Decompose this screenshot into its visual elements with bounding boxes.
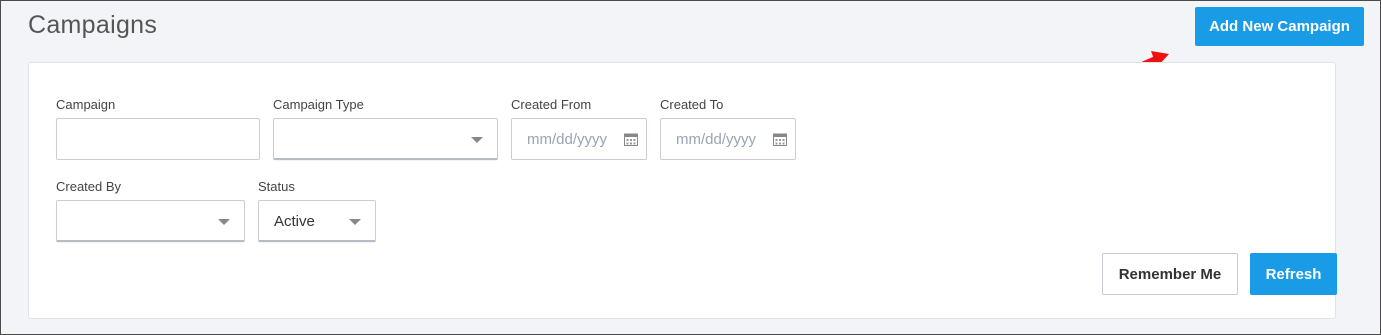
campaign-input[interactable]: [56, 118, 260, 160]
calendar-icon[interactable]: [773, 132, 787, 146]
status-filter: Status Active: [258, 179, 376, 242]
campaign-type-select[interactable]: [273, 118, 498, 160]
campaign-filter: Campaign: [56, 97, 260, 160]
status-label: Status: [258, 179, 295, 194]
created-from-filter: Created From mm/dd/yyyy: [511, 97, 647, 160]
status-value: Active: [274, 213, 315, 230]
remember-me-button[interactable]: Remember Me: [1102, 253, 1238, 295]
filter-panel: Campaign Campaign Type Created From mm/d…: [28, 62, 1337, 319]
refresh-button[interactable]: Refresh: [1250, 253, 1337, 295]
created-from-label: Created From: [511, 97, 592, 112]
calendar-icon[interactable]: [624, 132, 638, 146]
add-new-campaign-button[interactable]: Add New Campaign: [1195, 7, 1364, 46]
chevron-down-icon: [349, 219, 361, 225]
created-to-label: Created To: [660, 97, 724, 112]
campaign-type-filter: Campaign Type: [273, 97, 498, 160]
status-select[interactable]: Active: [258, 200, 376, 242]
page-title: Campaigns: [28, 11, 158, 39]
created-to-placeholder: mm/dd/yyyy: [676, 131, 757, 148]
campaign-label: Campaign: [56, 97, 116, 112]
created-by-filter: Created By: [56, 179, 245, 242]
created-from-date-input[interactable]: mm/dd/yyyy: [511, 118, 647, 160]
created-to-filter: Created To mm/dd/yyyy: [660, 97, 796, 160]
created-by-select[interactable]: [56, 200, 245, 242]
chevron-down-icon: [471, 137, 483, 143]
created-from-placeholder: mm/dd/yyyy: [527, 131, 608, 148]
created-by-label: Created By: [56, 179, 122, 194]
created-to-date-input[interactable]: mm/dd/yyyy: [660, 118, 796, 160]
chevron-down-icon: [218, 219, 230, 225]
campaign-type-label: Campaign Type: [273, 97, 364, 112]
